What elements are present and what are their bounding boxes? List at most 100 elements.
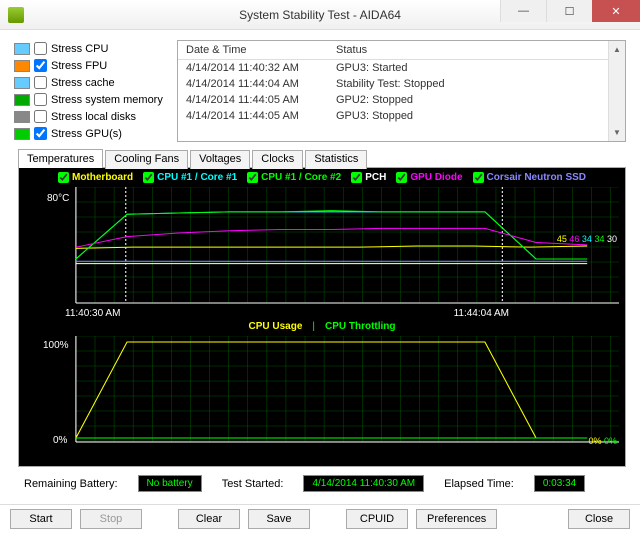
event-row[interactable]: 4/14/2014 11:44:04 AMStability Test: Sto… [178,76,625,92]
event-status: Stability Test: Stopped [336,78,445,90]
event-scrollbar[interactable]: ▲ ▼ [608,41,625,141]
close-button[interactable]: Close [568,509,630,529]
legend-checkbox[interactable] [396,172,407,183]
value-label: 34 [594,234,604,244]
stop-button[interactable]: Stop [80,509,142,529]
status-row: Remaining Battery: No battery Test Start… [14,467,626,496]
stress-checkbox[interactable] [34,127,47,140]
device-icon [14,128,30,140]
legend-checkbox[interactable] [58,172,69,183]
legend-label: CPU #1 / Core #1 [157,172,237,183]
tab-cooling-fans[interactable]: Cooling Fans [105,150,188,169]
tab-voltages[interactable]: Voltages [190,150,250,169]
x-end: 11:44:04 AM [454,308,509,319]
event-date: 4/14/2014 11:44:04 AM [186,78,336,90]
stress-label: Stress cache [51,77,115,89]
tab-temperatures[interactable]: Temperatures [18,149,103,168]
stress-options: Stress CPU Stress FPU Stress cache Stress s… [14,40,169,142]
event-row[interactable]: 4/14/2014 11:44:05 AMGPU3: Stopped [178,108,625,124]
stress-label: Stress FPU [51,60,107,72]
titlebar: System Stability Test - AIDA64 — ☐ ✕ [0,0,640,30]
stress-checkbox[interactable] [34,93,47,106]
device-icon [14,94,30,106]
stress-checkbox[interactable] [34,76,47,89]
device-icon [14,77,30,89]
button-row: Start Stop Clear Save CPUID Preferences … [0,504,640,533]
legend-checkbox[interactable] [247,172,258,183]
event-row[interactable]: 4/14/2014 11:40:32 AMGPU3: Started [178,60,625,76]
scroll-up-icon[interactable]: ▲ [609,41,625,58]
tab-statistics[interactable]: Statistics [305,150,367,169]
y0: 0% [53,435,67,446]
event-status: GPU3: Stopped [336,110,413,122]
stress-checkbox[interactable] [34,110,47,123]
event-date: 4/14/2014 11:44:05 AM [186,110,336,122]
scroll-down-icon[interactable]: ▼ [609,124,625,141]
legend-checkbox[interactable] [473,172,484,183]
event-status: GPU2: Stopped [336,94,413,106]
value-label: 0% [604,436,617,446]
stress-label: Stress system memory [51,94,163,106]
save-button[interactable]: Save [248,509,310,529]
legend-item[interactable]: PCH [351,172,386,183]
started-value: 4/14/2014 11:40:30 AM [303,475,424,492]
event-row[interactable]: 4/14/2014 11:44:05 AMGPU2: Stopped [178,92,625,108]
stress-label: Stress GPU(s) [51,128,122,140]
cpuid-button[interactable]: CPUID [346,509,408,529]
battery-value: No battery [138,475,202,492]
temperature-chart: 80°C 11:40:30 AM 11:44:04 AM 45 46 34 34… [25,187,619,317]
stress-label: Stress CPU [51,43,108,55]
legend-label: CPU Throttling [325,321,396,332]
y-tick: 80°C [47,193,69,204]
event-status: GPU3: Started [336,62,408,74]
stress-option[interactable]: Stress GPU(s) [14,125,169,142]
event-head-date: Date & Time [186,44,336,56]
stress-checkbox[interactable] [34,42,47,55]
legend-item[interactable]: GPU Diode [396,172,462,183]
close-window-button[interactable]: ✕ [592,0,640,22]
preferences-button[interactable]: Preferences [416,509,497,529]
stress-option[interactable]: Stress FPU [14,57,169,74]
legend-item[interactable]: CPU #1 / Core #2 [247,172,341,183]
stress-label: Stress local disks [51,111,136,123]
minimize-button[interactable]: — [500,0,546,22]
legend-label: CPU Usage [248,321,302,332]
event-head-status: Status [336,44,367,56]
legend-item[interactable]: Motherboard [58,172,133,183]
stress-option[interactable]: Stress system memory [14,91,169,108]
device-icon [14,60,30,72]
tab-clocks[interactable]: Clocks [252,150,303,169]
x-start: 11:40:30 AM [65,308,120,319]
legend-item[interactable]: Corsair Neutron SSD [473,172,586,183]
start-button[interactable]: Start [10,509,72,529]
device-icon [14,43,30,55]
value-label: 34 [582,234,592,244]
y100: 100% [43,340,69,351]
event-date: 4/14/2014 11:40:32 AM [186,62,336,74]
window-title: System Stability Test - AIDA64 [239,8,401,22]
value-label: 30 [607,234,617,244]
battery-label: Remaining Battery: [24,478,118,490]
elapsed-value: 0:03:34 [534,475,585,492]
legend-item[interactable]: CPU #1 / Core #1 [143,172,237,183]
legend-checkbox[interactable] [351,172,362,183]
usage-chart: 100% 0% 0% 0% [25,336,619,456]
stress-option[interactable]: Stress local disks [14,108,169,125]
stress-option[interactable]: Stress cache [14,74,169,91]
legend-label: Motherboard [72,172,133,183]
stress-checkbox[interactable] [34,59,47,72]
started-label: Test Started: [222,478,284,490]
value-label: 45 [557,234,567,244]
legend-checkbox[interactable] [143,172,154,183]
maximize-button[interactable]: ☐ [546,0,592,22]
usage-legend: CPU Usage | CPU Throttling [25,321,619,332]
value-label: 0% [588,436,601,446]
chart-area: Motherboard CPU #1 / Core #1 CPU #1 / Core… [18,167,626,467]
app-icon [8,7,24,23]
clear-button[interactable]: Clear [178,509,240,529]
value-label: 46 [569,234,579,244]
legend-label: PCH [365,172,386,183]
temp-legend: Motherboard CPU #1 / Core #1 CPU #1 / Core… [25,172,619,183]
stress-option[interactable]: Stress CPU [14,40,169,57]
elapsed-label: Elapsed Time: [444,478,514,490]
